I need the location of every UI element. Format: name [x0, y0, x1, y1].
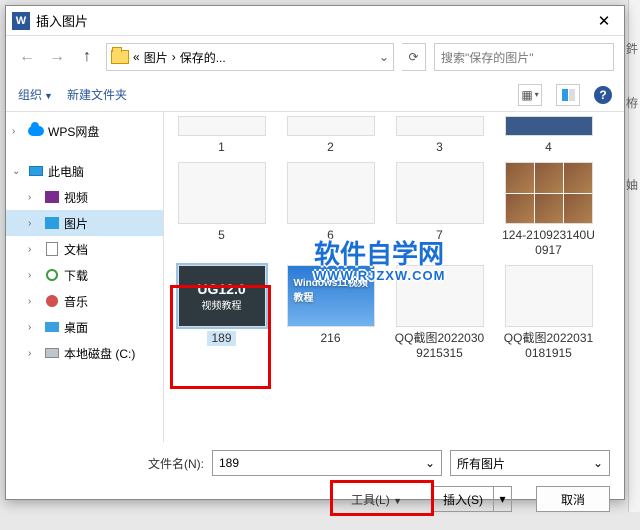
file-item[interactable]: 3 [392, 116, 487, 154]
insert-button[interactable]: 插入(S)▾ [432, 486, 512, 512]
view-pane-button[interactable] [556, 84, 580, 106]
file-item[interactable]: 4 [501, 116, 596, 154]
organize-menu[interactable]: 组织▼ [18, 86, 53, 103]
navbar: ← → ↑ « 图片 › 保存的... ⌄ ⟳ 搜索"保存的图片" [6, 36, 624, 78]
dialog-title: 插入图片 [36, 11, 584, 30]
chevron-down-icon[interactable]: ⌄ [593, 456, 603, 470]
tree-music[interactable]: ›音乐 [6, 288, 163, 314]
folder-tree: ›WPS网盘 ⌄此电脑 ›视频 ›图片 ›文档 ›下载 ›音乐 ›桌面 ›本地磁… [6, 112, 164, 442]
file-item[interactable]: Windows11视频教程216 [283, 265, 378, 360]
refresh-button[interactable]: ⟳ [402, 43, 426, 71]
file-item[interactable]: QQ截图20220309215315 [392, 265, 487, 360]
chevron-down-icon[interactable]: ⌄ [425, 456, 435, 470]
help-button[interactable]: ? [594, 86, 612, 104]
filename-label: 文件名(N): [148, 455, 204, 472]
bg-char: 妯 [626, 176, 638, 193]
nav-back[interactable]: ← [16, 48, 38, 66]
insert-picture-dialog: W 插入图片 ✕ ← → ↑ « 图片 › 保存的... ⌄ ⟳ 搜索"保存的图… [5, 5, 625, 500]
bg-char: 鈝 [626, 40, 638, 57]
file-item[interactable]: 2 [283, 116, 378, 154]
view-icons-button[interactable]: ▦▾ [518, 84, 542, 106]
path-bar[interactable]: « 图片 › 保存的... ⌄ [106, 43, 394, 71]
close-button[interactable]: ✕ [584, 6, 624, 36]
search-input[interactable]: 搜索"保存的图片" [434, 43, 614, 71]
path-seg[interactable]: 保存的... [180, 49, 226, 66]
tree-downloads[interactable]: ›下载 [6, 262, 163, 288]
tree-video[interactable]: ›视频 [6, 184, 163, 210]
cancel-button[interactable]: 取消 [536, 486, 610, 512]
file-item[interactable]: 1 [174, 116, 269, 154]
chevron-down-icon[interactable]: ⌄ [379, 50, 389, 64]
nav-up[interactable]: ↑ [76, 48, 98, 66]
chevron-down-icon[interactable]: ▾ [493, 487, 511, 511]
toolbar: 组织▼ 新建文件夹 ▦▾ ? [6, 78, 624, 112]
tools-menu[interactable]: 工具(L) ▼ [351, 491, 402, 508]
dialog-footer: 文件名(N): 189⌄ 所有图片⌄ 工具(L) ▼ 插入(S)▾ 取消 [6, 442, 624, 530]
tree-desktop[interactable]: ›桌面 [6, 314, 163, 340]
tree-disk-c[interactable]: ›本地磁盘 (C:) [6, 340, 163, 366]
file-item[interactable]: QQ截图20220310181915 [501, 265, 596, 360]
path-sep: › [172, 50, 176, 64]
path-seg[interactable]: 图片 [144, 49, 168, 66]
tree-this-pc[interactable]: ⌄此电脑 [6, 158, 163, 184]
file-item-selected[interactable]: UG12.0视频教程189 [174, 265, 269, 360]
filename-input[interactable]: 189⌄ [212, 450, 442, 476]
tree-documents[interactable]: ›文档 [6, 236, 163, 262]
file-item[interactable]: 124-210923140U0917 [501, 162, 596, 257]
file-list: 1 2 3 4 5 6 7 124-210923140U0917 UG12.0视… [164, 112, 624, 442]
new-folder-button[interactable]: 新建文件夹 [67, 86, 127, 103]
tree-pictures[interactable]: ›图片 [6, 210, 163, 236]
file-item[interactable]: 5 [174, 162, 269, 257]
nav-forward: → [46, 48, 68, 66]
file-item[interactable]: 7 [392, 162, 487, 257]
word-icon: W [12, 12, 30, 30]
bg-char: 栫 [626, 94, 638, 111]
filetype-filter[interactable]: 所有图片⌄ [450, 450, 610, 476]
folder-icon [111, 50, 129, 64]
tree-wps[interactable]: ›WPS网盘 [6, 118, 163, 144]
path-prefix: « [133, 50, 140, 64]
titlebar: W 插入图片 ✕ [6, 6, 624, 36]
file-item[interactable]: 6 [283, 162, 378, 257]
